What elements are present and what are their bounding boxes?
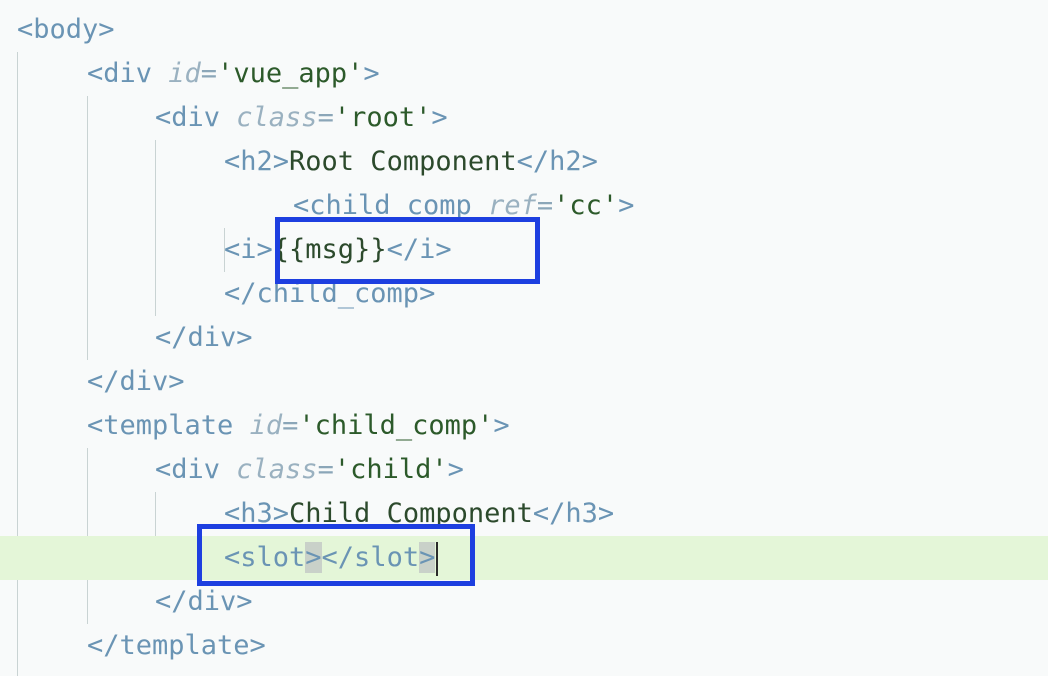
code-editor[interactable]: <body> <div id='vue_app'> <div class='root…: [0, 0, 1048, 676]
token-tag: >: [431, 102, 448, 133]
token-eq: =: [317, 102, 334, 133]
code-line[interactable]: <h2>Root Component</h2>: [0, 140, 1048, 184]
token-str: 'vue_app': [217, 58, 364, 89]
token-tag: <div: [155, 454, 237, 485]
token-eq: =: [200, 58, 218, 89]
code-line[interactable]: <div class='child'>: [0, 448, 1048, 492]
token-attr: id: [249, 410, 283, 441]
code-line-text: </template>: [87, 624, 266, 668]
token-tag: </template>: [87, 630, 266, 661]
token-tag: <template: [87, 410, 250, 441]
token-tag: >: [447, 454, 464, 485]
slot-highlight-box: [197, 524, 475, 586]
code-line[interactable]: <slot></slot>: [0, 536, 1048, 580]
token-tag: <div: [155, 102, 237, 133]
code-line[interactable]: <h3>Child Component</h3>: [0, 492, 1048, 536]
token-attr: class: [236, 454, 318, 485]
token-str: 'root': [333, 102, 432, 133]
code-line[interactable]: </div>: [0, 580, 1048, 624]
code-line-text: <div class='root'>: [155, 96, 448, 140]
code-line[interactable]: </div>: [0, 360, 1048, 404]
token-str: 'cc': [553, 190, 619, 221]
token-tag: </div>: [155, 322, 253, 353]
token-tag: </h2>: [516, 146, 598, 177]
token-tag: >: [363, 58, 380, 89]
token-txt: Root Component: [289, 146, 517, 177]
token-attr: id: [168, 58, 201, 89]
code-line[interactable]: <div id='vue_app'>: [0, 52, 1048, 96]
code-line[interactable]: <body>: [0, 8, 1048, 52]
token-eq: =: [317, 454, 334, 485]
token-tag: >: [493, 410, 510, 441]
code-line-text: <div id='vue_app'>: [87, 52, 380, 96]
token-str: 'child': [333, 454, 448, 485]
token-tag: <div: [87, 58, 169, 89]
token-tag: </h3>: [532, 498, 615, 529]
token-attr: class: [236, 102, 318, 133]
code-line-text: <template id='child_comp'>: [87, 404, 510, 448]
code-line-text: </div>: [155, 316, 253, 360]
token-tag: </div>: [155, 586, 253, 617]
token-tag: >: [618, 190, 635, 221]
msg-highlight-box: [275, 217, 540, 284]
code-line[interactable]: </div>: [0, 316, 1048, 360]
code-line-text: <body>: [17, 8, 115, 52]
code-line-text: <div class='child'>: [155, 448, 464, 492]
token-tag: <h2>: [224, 146, 290, 177]
code-line[interactable]: <div class='root'>: [0, 96, 1048, 140]
token-str: 'child_comp': [298, 410, 494, 441]
token-tag: </div>: [87, 366, 185, 397]
token-tag: <body>: [17, 14, 115, 45]
code-line[interactable]: </template>: [0, 624, 1048, 668]
code-line-text: </div>: [87, 360, 185, 404]
token-tag: <i>: [224, 234, 273, 265]
code-line-text: </div>: [155, 580, 253, 624]
code-line-text: <h2>Root Component</h2>: [224, 140, 598, 184]
code-line[interactable]: <template id='child_comp'>: [0, 404, 1048, 448]
token-eq: =: [282, 410, 299, 441]
